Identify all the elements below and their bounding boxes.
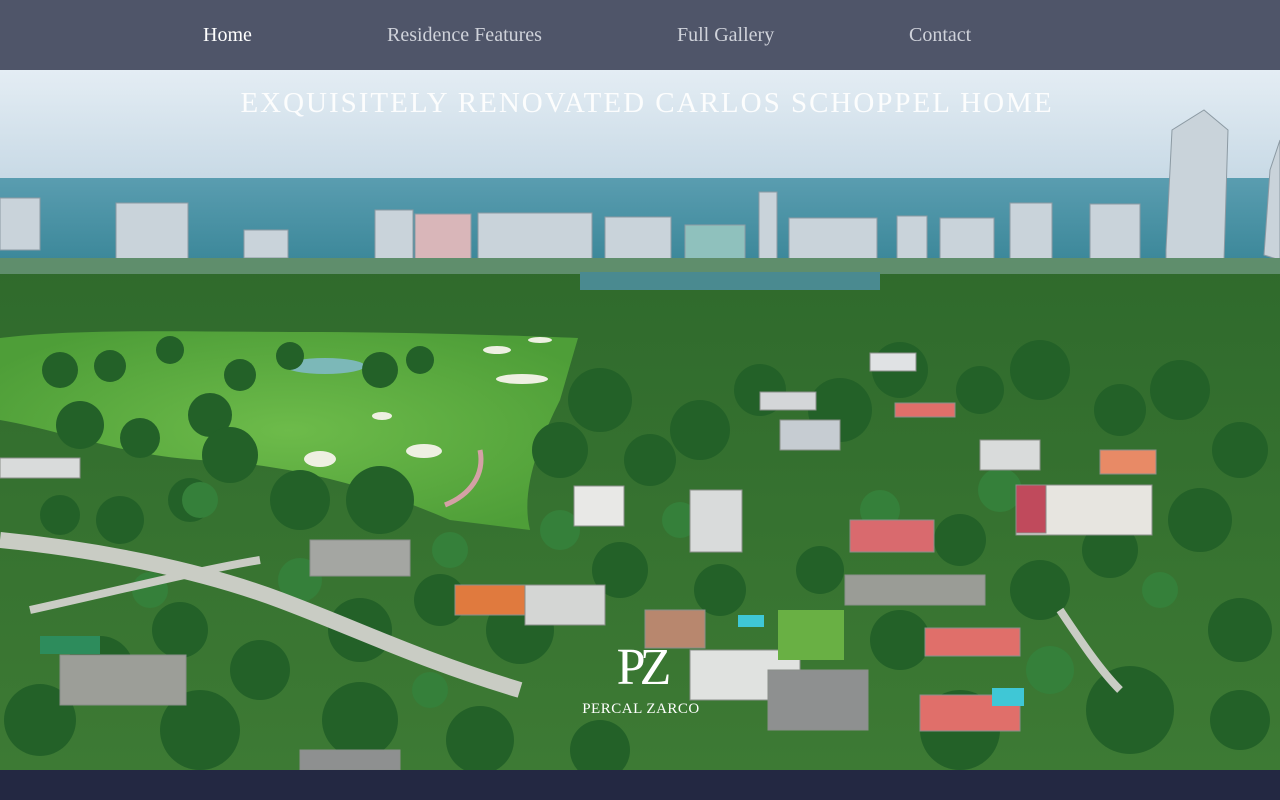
logo-text: PERCAL ZARCO bbox=[582, 701, 700, 717]
nav-item-full-gallery[interactable]: Full Gallery bbox=[677, 22, 774, 48]
top-navigation: Home Residence Features Full Gallery Con… bbox=[0, 0, 1280, 70]
hero-section: EXQUISITELY RENOVATED CARLOS SCHOPPEL HO… bbox=[0, 70, 1280, 770]
nav-item-home[interactable]: Home bbox=[203, 22, 252, 48]
logo-mark: PZ bbox=[616, 639, 672, 696]
brand-logo[interactable]: PZ PERCAL ZARCO bbox=[566, 642, 716, 722]
hero-title: EXQUISITELY RENOVATED CARLOS SCHOPPEL HO… bbox=[240, 87, 1054, 119]
footer-bar bbox=[0, 770, 1280, 800]
nav-item-residence-features[interactable]: Residence Features bbox=[387, 22, 542, 48]
nav-item-contact[interactable]: Contact bbox=[909, 22, 971, 48]
